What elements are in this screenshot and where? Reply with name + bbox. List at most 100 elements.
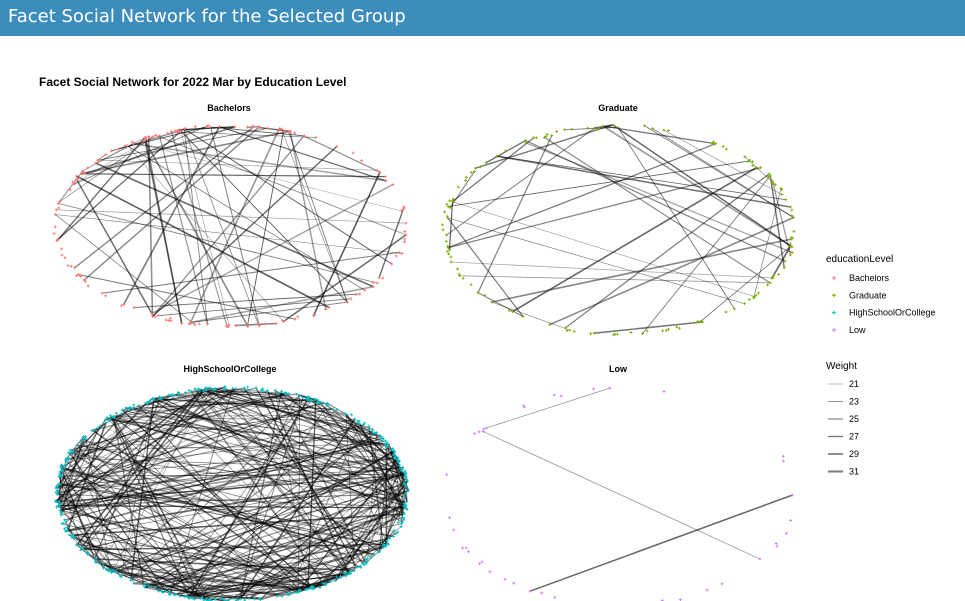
node-point <box>743 302 746 305</box>
node-point <box>512 581 516 585</box>
node-point <box>553 596 557 599</box>
node-point <box>589 332 592 336</box>
node-point <box>132 403 136 407</box>
node-point <box>747 298 751 301</box>
node-point <box>616 332 619 336</box>
node-point <box>358 292 362 296</box>
node-point <box>482 427 485 431</box>
node-point <box>354 293 358 296</box>
node-point <box>441 228 445 232</box>
node-point <box>60 247 63 251</box>
edge-line <box>189 130 279 324</box>
edge-line <box>447 143 716 249</box>
edge-line <box>235 388 368 430</box>
legend-key-bachelors <box>832 276 836 280</box>
edge-line <box>483 431 761 560</box>
facet-panel-graduate <box>441 123 796 337</box>
node-point <box>540 591 544 595</box>
edge-line <box>549 216 794 326</box>
node-point <box>447 252 451 256</box>
node-point <box>403 230 407 233</box>
node-point <box>293 131 296 135</box>
node-point <box>572 329 576 333</box>
node-point <box>464 179 467 182</box>
node-point <box>477 430 481 434</box>
edge-line <box>529 494 793 592</box>
node-point <box>789 519 792 522</box>
node-point <box>263 322 267 326</box>
node-point <box>678 326 681 330</box>
node-point <box>367 424 371 428</box>
node-point <box>481 430 485 433</box>
node-point <box>774 542 778 545</box>
node-point <box>371 428 374 431</box>
node-point <box>445 473 448 477</box>
node-point <box>534 136 538 140</box>
legend-label-weight: 29 <box>849 449 859 459</box>
node-point <box>592 331 596 335</box>
node-point <box>441 223 444 227</box>
edge-line <box>772 182 791 256</box>
node-point <box>403 240 406 244</box>
edge-line <box>86 552 115 572</box>
node-point <box>782 266 786 270</box>
node-point <box>115 411 118 415</box>
node-point <box>168 316 172 320</box>
edge-line <box>190 285 374 324</box>
node-point <box>274 322 278 325</box>
edge-line <box>617 127 735 310</box>
node-point <box>443 210 446 214</box>
edge-line <box>447 167 761 249</box>
edge-line <box>288 131 348 303</box>
legend-label-graduate: Graduate <box>849 290 887 300</box>
edge-line <box>612 124 793 248</box>
node-point <box>349 297 353 301</box>
edge-line <box>152 145 338 318</box>
node-point <box>467 550 470 554</box>
node-point <box>457 272 461 276</box>
node-point <box>246 125 249 129</box>
node-point <box>782 459 785 463</box>
node-point <box>69 264 73 268</box>
node-point <box>465 175 468 179</box>
legend-label-weight: 25 <box>849 414 859 424</box>
edge-line <box>491 238 792 303</box>
node-point <box>608 386 612 390</box>
node-point <box>52 232 56 235</box>
node-point <box>792 229 796 233</box>
node-point <box>164 318 168 322</box>
node-point <box>775 544 779 548</box>
node-point <box>448 199 451 203</box>
edge-line <box>58 170 84 203</box>
node-point <box>68 448 72 452</box>
node-point <box>66 264 70 267</box>
node-point <box>384 175 387 178</box>
facet-title-highschoolorcollege: HighSchoolOrCollege <box>183 364 276 374</box>
node-point <box>324 308 328 311</box>
node-point <box>132 306 136 309</box>
node-point <box>394 254 398 258</box>
node-point <box>721 145 725 148</box>
legend-title-weight: Weight <box>826 361 857 372</box>
edge-line <box>451 261 774 279</box>
facet-title-graduate: Graduate <box>598 103 638 113</box>
node-point <box>789 205 792 209</box>
edge-line <box>281 129 348 303</box>
node-point <box>206 322 209 326</box>
node-point <box>405 500 409 504</box>
network-plot: Bachelors GraduateHighSchoolOrCollege Lowe… <box>52 103 936 601</box>
node-point <box>180 322 184 325</box>
legend-label-low: Low <box>849 325 866 335</box>
node-point <box>559 394 563 398</box>
edge-line <box>247 131 284 325</box>
node-point <box>552 393 556 397</box>
facet-title-low: Low <box>609 364 628 374</box>
node-point <box>503 577 507 581</box>
node-point <box>383 439 387 443</box>
legend-key-highschoolorcollege <box>832 310 836 315</box>
node-point <box>154 133 157 137</box>
node-point <box>53 225 57 229</box>
node-point <box>570 127 574 131</box>
node-point <box>480 560 484 564</box>
node-point <box>777 273 780 276</box>
